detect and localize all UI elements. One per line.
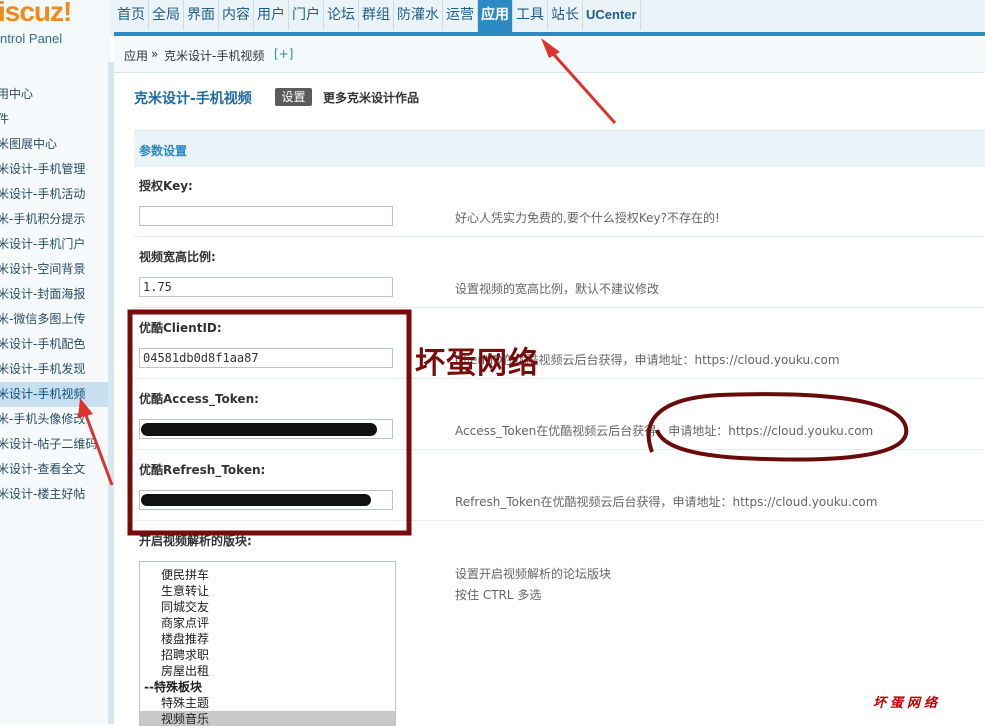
forum-option[interactable]: 生意转让 bbox=[140, 583, 395, 599]
nav-anti-spam[interactable]: 防灌水 bbox=[394, 0, 443, 30]
section-title: 参数设置 bbox=[139, 144, 188, 158]
forum-option[interactable]: 商家点评 bbox=[140, 615, 395, 631]
sidebar-item[interactable]: 米设计-空间背景 bbox=[0, 257, 108, 282]
forum-option[interactable]: 房屋出租 bbox=[140, 663, 395, 679]
sidebar-item[interactable]: 米设计-手机管理 bbox=[0, 157, 108, 182]
logo[interactable]: iscuz! ntrol Panel bbox=[0, 0, 110, 62]
ratio-hint: 设置视频的宽高比例，默认不建议修改 bbox=[455, 282, 660, 296]
nav-operation[interactable]: 运营 bbox=[443, 0, 478, 30]
sidebar-item[interactable]: 米设计-查看全文 bbox=[0, 457, 108, 482]
plugin-title: 克米设计-手机视频 bbox=[134, 91, 252, 107]
forum-option[interactable]: 同城交友 bbox=[140, 599, 395, 615]
sidebar-item[interactable]: 米设计-手机配色 bbox=[0, 332, 108, 357]
row-divider bbox=[134, 449, 985, 450]
forums-label: 开启视频解析的版块: bbox=[139, 534, 252, 548]
forum-option[interactable]: 楼盘推荐 bbox=[140, 631, 395, 647]
sidebar-item[interactable]: 米设计-手机发现 bbox=[0, 357, 108, 382]
top-nav: 首页 全局 界面 内容 用户 门户 论坛 群组 防灌水 运营 应用 工具 站长 … bbox=[114, 0, 641, 34]
breadcrumb-separator: » bbox=[151, 47, 159, 61]
nav-group[interactable]: 群组 bbox=[359, 0, 394, 30]
access-token-label: 优酷Access_Token: bbox=[139, 392, 259, 406]
breadcrumb-root[interactable]: 应用 bbox=[124, 47, 148, 64]
sidebar-item[interactable]: 米设计-手机活动 bbox=[0, 182, 108, 207]
nav-home[interactable]: 首页 bbox=[114, 0, 149, 30]
nav-style[interactable]: 界面 bbox=[184, 0, 219, 30]
auth-key-label: 授权Key: bbox=[139, 179, 193, 193]
sidebar-item[interactable]: 米-手机积分提示 bbox=[0, 207, 108, 232]
watermark-text: 坏蛋网络 bbox=[415, 346, 539, 381]
sidebar-item[interactable]: 米-手机头像修改 bbox=[0, 407, 108, 432]
forum-option[interactable]: 特殊主题 bbox=[140, 695, 395, 711]
sidebar-item[interactable]: 米-微信多图上传 bbox=[0, 307, 108, 332]
forums-hint: 设置开启视频解析的论坛版块 bbox=[455, 567, 612, 581]
sidebar-item[interactable]: 米图展中心 bbox=[0, 132, 108, 157]
nav-founder[interactable]: 站长 bbox=[548, 0, 583, 30]
breadcrumb: 应用 » 克米设计-手机视频 [+] bbox=[114, 36, 985, 73]
forum-option[interactable]: 招聘求职 bbox=[140, 647, 395, 663]
access-token-redaction bbox=[141, 423, 377, 436]
nav-ucenter[interactable]: UCenter bbox=[583, 0, 641, 30]
client-id-input[interactable] bbox=[139, 348, 393, 368]
row-divider bbox=[134, 307, 985, 308]
refresh-token-redaction bbox=[141, 494, 371, 506]
nav-global[interactable]: 全局 bbox=[149, 0, 184, 30]
more-works-link[interactable]: 更多克米设计作品 bbox=[323, 89, 419, 106]
sidebar-item-active[interactable]: 米设计-手机视频 bbox=[0, 382, 108, 407]
ratio-label: 视频宽高比例: bbox=[139, 250, 216, 264]
forum-option[interactable]: 便民拼车 bbox=[140, 567, 395, 583]
auth-key-hint: 好心人凭实力免费的,要个什么授权Key?不存在的! bbox=[455, 211, 720, 225]
sidebar-item[interactable]: 用中心 bbox=[0, 82, 108, 107]
row-divider bbox=[134, 520, 985, 521]
nav-content[interactable]: 内容 bbox=[219, 0, 254, 30]
forum-option-group: --特殊板块 bbox=[144, 680, 202, 694]
sidebar-item[interactable]: 米设计-楼主好帖 bbox=[0, 482, 108, 507]
sidebar-item[interactable]: 米设计-帖子二维码 bbox=[0, 432, 108, 457]
settings-tab[interactable]: 设置 bbox=[275, 88, 312, 106]
nav-forum[interactable]: 论坛 bbox=[324, 0, 359, 30]
nav-portal[interactable]: 门户 bbox=[289, 0, 324, 30]
auth-key-input[interactable] bbox=[139, 206, 393, 226]
nav-tools[interactable]: 工具 bbox=[513, 0, 548, 30]
nav-user[interactable]: 用户 bbox=[254, 0, 289, 30]
forums-hint-ctrl: 按住 CTRL 多选 bbox=[455, 588, 542, 602]
sidebar-item[interactable]: 米设计-封面海报 bbox=[0, 282, 108, 307]
breadcrumb-current: 克米设计-手机视频 bbox=[164, 49, 265, 63]
add-shortcut-button[interactable]: [+] bbox=[274, 47, 293, 61]
watermark-corner: 坏蛋网络 bbox=[873, 696, 942, 711]
refresh-token-label: 优酷Refresh_Token: bbox=[139, 463, 266, 477]
nav-apps[interactable]: 应用 bbox=[478, 0, 513, 34]
section-header: 参数设置 bbox=[134, 130, 985, 167]
client-id-label: 优酷ClientID: bbox=[139, 321, 222, 335]
sidebar-scroll-edge bbox=[108, 62, 114, 724]
refresh-token-hint: Refresh_Token在优酷视频云后台获得，申请地址：https://clo… bbox=[455, 495, 878, 509]
forum-multiselect[interactable]: 便民拼车 生意转让 同城交友 商家点评 楼盘推荐 招聘求职 房屋出租 --特殊板… bbox=[139, 561, 396, 726]
row-divider bbox=[134, 378, 985, 379]
row-divider bbox=[134, 236, 985, 237]
sidebar-item[interactable]: 件 bbox=[0, 107, 108, 132]
access-token-hint: Access_Token在优酷视频云后台获得，申请地址：https://clou… bbox=[455, 424, 874, 438]
sidebar: 用中心 件 米图展中心 米设计-手机管理 米设计-手机活动 米-手机积分提示 米… bbox=[0, 62, 108, 724]
sidebar-item[interactable]: 米设计-手机门户 bbox=[0, 232, 108, 257]
logo-brand: iscuz! bbox=[0, 0, 72, 27]
ratio-input[interactable] bbox=[139, 277, 393, 297]
logo-subtitle: ntrol Panel bbox=[0, 31, 63, 46]
